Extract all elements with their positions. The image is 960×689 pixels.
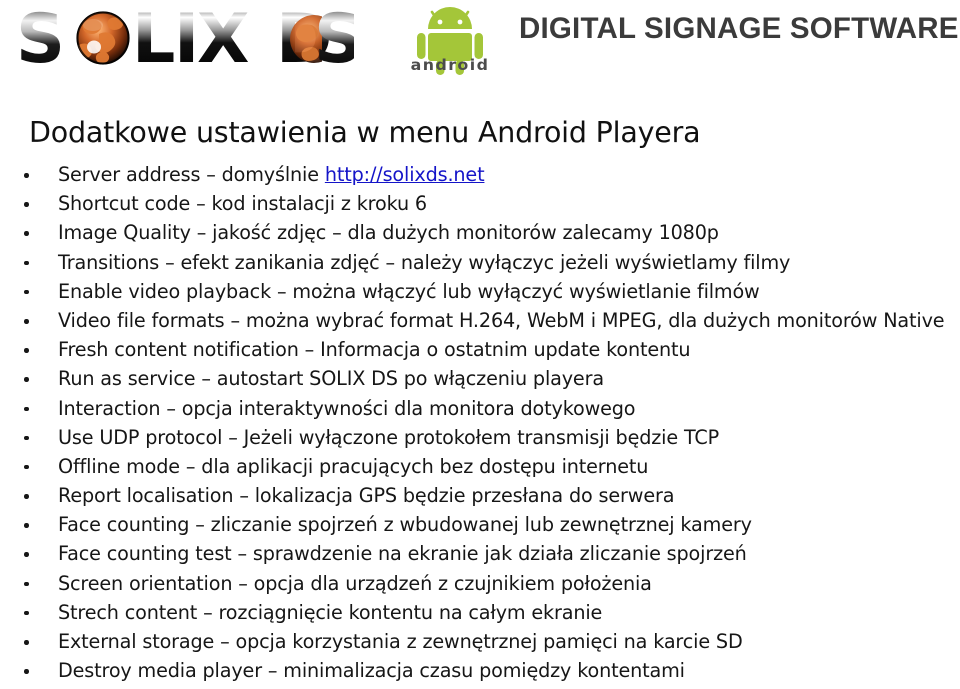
bullet-dot-icon [24,481,31,510]
logo-letter-i: I [174,2,199,74]
solix-ds-logo: S L I X S [14,2,354,74]
bullet-item: Use UDP protocol – Jeżeli wyłączone prot… [0,423,960,452]
bullet-label: Image Quality – jakość zdjęc – dla dużyc… [58,221,719,245]
bullet-dot-icon [24,364,31,393]
bullet-label: Interaction – opcja interaktywności dla … [58,396,636,420]
bullet-label: Enable video playback – można włączyć lu… [58,279,760,303]
bullet-item: Strech content – rozciągnięcie kontentu … [0,598,960,627]
bullet-item: Face counting – zliczanie spojrzeń z wbu… [0,510,960,539]
bullet-dot-icon [24,598,31,627]
page-title: Dodatkowe ustawienia w menu Android Play… [29,116,701,149]
bullet-item: Face counting test – sprawdzenie na ekra… [0,539,960,568]
logo-letter-l: L [132,2,175,74]
bullet-label: Shortcut code – kod instalacji z kroku 6 [58,192,427,216]
bullet-dot-icon [24,452,31,481]
bullet-label: Screen orientation – opcja dla urządzeń … [58,571,652,595]
bullet-item: Shortcut code – kod instalacji z kroku 6 [0,189,960,218]
bullet-dot-icon [24,656,31,685]
bullet-dot-icon [24,218,31,247]
bullet-dot-icon [24,539,31,568]
bullet-label: Server address – domyślnie [58,163,325,186]
bullet-item: Destroy media player – minimalizacja cza… [0,656,960,685]
bullet-item: Interaction – opcja interaktywności dla … [0,394,960,423]
bullet-item: External storage – opcja korzystania z z… [0,627,960,656]
bullet-dot-icon [24,189,31,218]
bullet-dot-icon [24,627,31,656]
bullet-dot-icon [24,335,31,364]
bullet-item: Run as service – autostart SOLIX DS po w… [0,364,960,393]
android-logo: android [398,4,502,76]
bullet-label: Destroy media player – minimalizacja cza… [58,659,685,683]
android-wordmark: android [410,56,490,74]
bullet-label: Report localisation – lokalizacja GPS bę… [58,484,675,508]
bullet-label: Transitions – efekt zanikania zdjęć – na… [58,250,791,274]
settings-bullet-list: Server address – domyślnie http://solixd… [0,160,960,685]
bullet-item: Report localisation – lokalizacja GPS bę… [0,481,960,510]
bullet-item: Image Quality – jakość zdjęc – dla dużyc… [0,218,960,247]
server-address-link[interactable]: http://solixds.net [325,163,485,186]
bullet-label: Run as service – autostart SOLIX DS po w… [58,367,604,391]
bullet-dot-icon [24,277,31,306]
bullet-item: Screen orientation – opcja dla urządzeń … [0,569,960,598]
bullet-dot-icon [24,510,31,539]
bullet-label: Offline mode – dla aplikacji pracujących… [58,454,649,478]
bullet-label: Strech content – rozciągnięcie kontentu … [58,600,603,624]
bullet-item: Offline mode – dla aplikacji pracujących… [0,452,960,481]
globe-icon [76,11,130,65]
bullet-dot-icon [24,423,31,452]
bullet-label: Use UDP protocol – Jeżeli wyłączone prot… [58,425,720,449]
bullet-label: External storage – opcja korzystania z z… [58,630,743,653]
header-tagline: DIGITAL SIGNAGE SOFTWARE [519,12,959,45]
bullet-dot-icon [24,306,31,335]
bullet-label: Fresh content notification – Informacja … [58,338,691,362]
bullet-item: Enable video playback – można włączyć lu… [0,277,960,306]
logo-letter-s: S [16,2,65,74]
bullet-label: Face counting test – sprawdzenie na ekra… [58,542,747,566]
bullet-dot-icon [24,248,31,277]
bullet-label: Video file formats – można wybrać format… [58,308,945,332]
bullet-dot-icon [24,160,31,189]
logo-letter-x: X [197,2,249,74]
bullet-item: Video file formats – można wybrać format… [0,306,960,335]
bullet-item: Fresh content notification – Informacja … [0,335,960,364]
bullet-dot-icon [24,569,31,598]
bullet-item: Server address – domyślnie http://solixd… [0,160,960,189]
bullet-item: Transitions – efekt zanikania zdjęć – na… [0,248,960,277]
header-band: S L I X S android DIGITAL SIGNAGE SOFTWA… [0,0,960,86]
slide-root: S L I X S android DIGITAL SIGNAGE SOFTWA… [0,0,960,689]
bullet-dot-icon [24,394,31,423]
logo-letter-s2: S [314,2,354,74]
bullet-label: Face counting – zliczanie spojrzeń z wbu… [58,513,752,537]
